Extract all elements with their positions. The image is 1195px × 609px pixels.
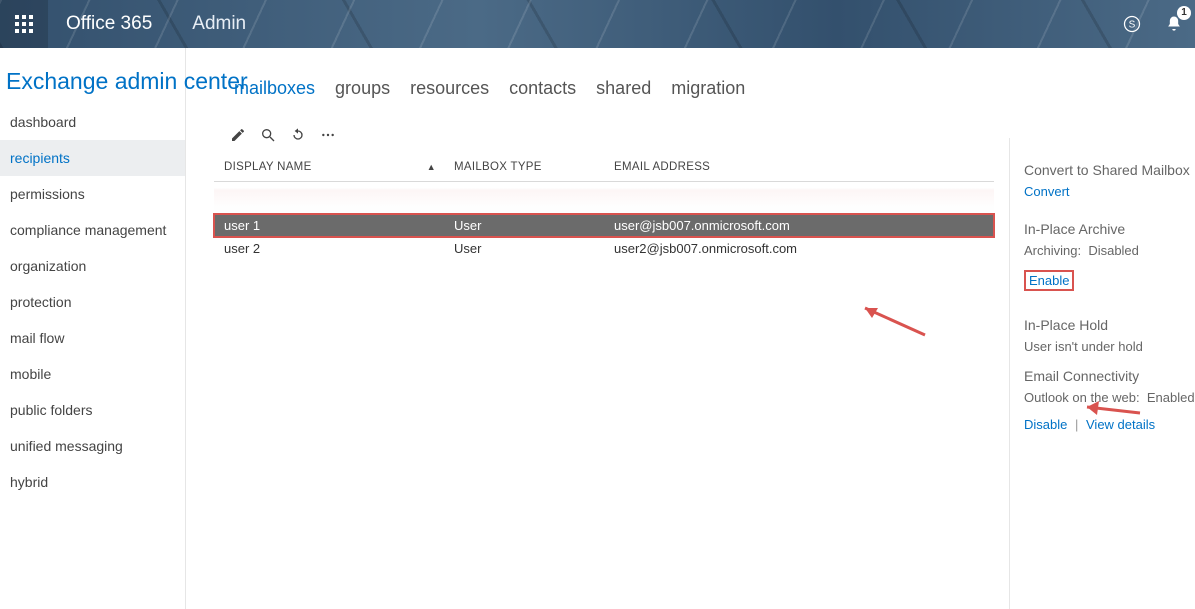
column-display-name-label: DISPLAY NAME: [224, 161, 312, 173]
column-display-name[interactable]: DISPLAY NAME ▲: [224, 161, 454, 173]
app-launcher-button[interactable]: [0, 0, 48, 48]
archive-status-value: Disabled: [1088, 243, 1139, 258]
column-mailbox-type-label: MAILBOX TYPE: [454, 161, 542, 173]
disable-owa-link[interactable]: Disable: [1024, 417, 1067, 432]
content-area: mailboxes groups resources contacts shared mi…: [186, 48, 1195, 609]
email-connectivity-heading: Email Connectivity: [1024, 368, 1195, 384]
sidebar-item-protection[interactable]: protection: [0, 284, 185, 320]
column-email-address-label: EMAIL ADDRESS: [614, 161, 710, 173]
notification-count-badge: 1: [1177, 6, 1191, 20]
pencil-icon: [230, 127, 246, 143]
tab-migration[interactable]: migration: [671, 78, 745, 99]
owa-status: Outlook on the web: Enabled: [1024, 390, 1195, 405]
svg-text:S: S: [1129, 19, 1136, 30]
notifications-button[interactable]: 1: [1153, 0, 1195, 48]
sidebar-item-permissions[interactable]: permissions: [0, 176, 185, 212]
tab-shared[interactable]: shared: [596, 78, 651, 99]
admin-label[interactable]: Admin: [170, 13, 246, 35]
archive-heading: In-Place Archive: [1024, 221, 1195, 237]
top-bar: Office 365 Admin S 1: [0, 0, 1195, 48]
hold-status: User isn't under hold: [1024, 339, 1195, 354]
owa-label: Outlook on the web:: [1024, 390, 1140, 405]
search-icon: [260, 127, 276, 143]
archive-status-label: Archiving:: [1024, 243, 1081, 258]
sidebar-item-hybrid[interactable]: hybrid: [0, 464, 185, 500]
column-email-address[interactable]: EMAIL ADDRESS: [614, 161, 994, 173]
table-row[interactable]: user 2Useruser2@jsb007.onmicrosoft.com: [214, 237, 994, 260]
cell-mailbox-type: User: [454, 218, 614, 233]
mailbox-grid: DISPLAY NAME ▲ MAILBOX TYPE EMAIL ADDRES…: [214, 153, 994, 260]
cell-mailbox-type: User: [454, 241, 614, 256]
column-mailbox-type[interactable]: MAILBOX TYPE: [454, 161, 614, 173]
brand-label[interactable]: Office 365: [48, 13, 170, 35]
waffle-icon: [15, 15, 33, 33]
table-row[interactable]: user 1Useruser@jsb007.onmicrosoft.com: [214, 214, 994, 237]
sidebar-item-compliance-management[interactable]: compliance management: [0, 212, 185, 248]
cell-display-name: user 1: [224, 218, 454, 233]
view-details-link[interactable]: View details: [1086, 417, 1155, 432]
sidebar-item-unified-messaging[interactable]: unified messaging: [0, 428, 185, 464]
sidebar-item-recipients[interactable]: recipients: [0, 140, 185, 176]
edit-button[interactable]: [228, 125, 248, 145]
grid-header: DISPLAY NAME ▲ MAILBOX TYPE EMAIL ADDRES…: [214, 153, 994, 182]
owa-actions: Disable | View details: [1024, 417, 1195, 432]
separator: |: [1075, 417, 1078, 432]
left-nav: dashboardrecipientspermissionscompliance…: [0, 48, 186, 609]
enable-archive-link[interactable]: Enable: [1024, 270, 1074, 291]
search-button[interactable]: [258, 125, 278, 145]
sidebar-item-public-folders[interactable]: public folders: [0, 392, 185, 428]
archive-status: Archiving: Disabled: [1024, 243, 1195, 258]
sidebar-item-organization[interactable]: organization: [0, 248, 185, 284]
more-button[interactable]: [318, 125, 338, 145]
owa-value: Enabled: [1147, 390, 1195, 405]
redacted-row: [214, 188, 994, 210]
convert-link[interactable]: Convert: [1024, 184, 1070, 199]
refresh-button[interactable]: [288, 125, 308, 145]
sidebar-item-mobile[interactable]: mobile: [0, 356, 185, 392]
sort-asc-icon: ▲: [427, 162, 436, 172]
tabs-bar: mailboxes groups resources contacts shared mi…: [186, 48, 1195, 99]
skype-icon: S: [1122, 14, 1142, 34]
tab-mailboxes[interactable]: mailboxes: [234, 78, 315, 99]
hold-heading: In-Place Hold: [1024, 317, 1195, 333]
tab-resources[interactable]: resources: [410, 78, 489, 99]
cell-email-address: user@jsb007.onmicrosoft.com: [614, 218, 994, 233]
sidebar-item-mail-flow[interactable]: mail flow: [0, 320, 185, 356]
ellipsis-icon: [320, 127, 336, 143]
skype-button[interactable]: S: [1111, 0, 1153, 48]
tab-groups[interactable]: groups: [335, 78, 390, 99]
cell-display-name: user 2: [224, 241, 454, 256]
convert-heading: Convert to Shared Mailbox: [1024, 162, 1195, 178]
details-pane: Convert to Shared Mailbox Convert In-Pla…: [1009, 138, 1195, 609]
cell-email-address: user2@jsb007.onmicrosoft.com: [614, 241, 994, 256]
tab-contacts[interactable]: contacts: [509, 78, 576, 99]
refresh-icon: [290, 127, 306, 143]
sidebar-item-dashboard[interactable]: dashboard: [0, 104, 185, 140]
